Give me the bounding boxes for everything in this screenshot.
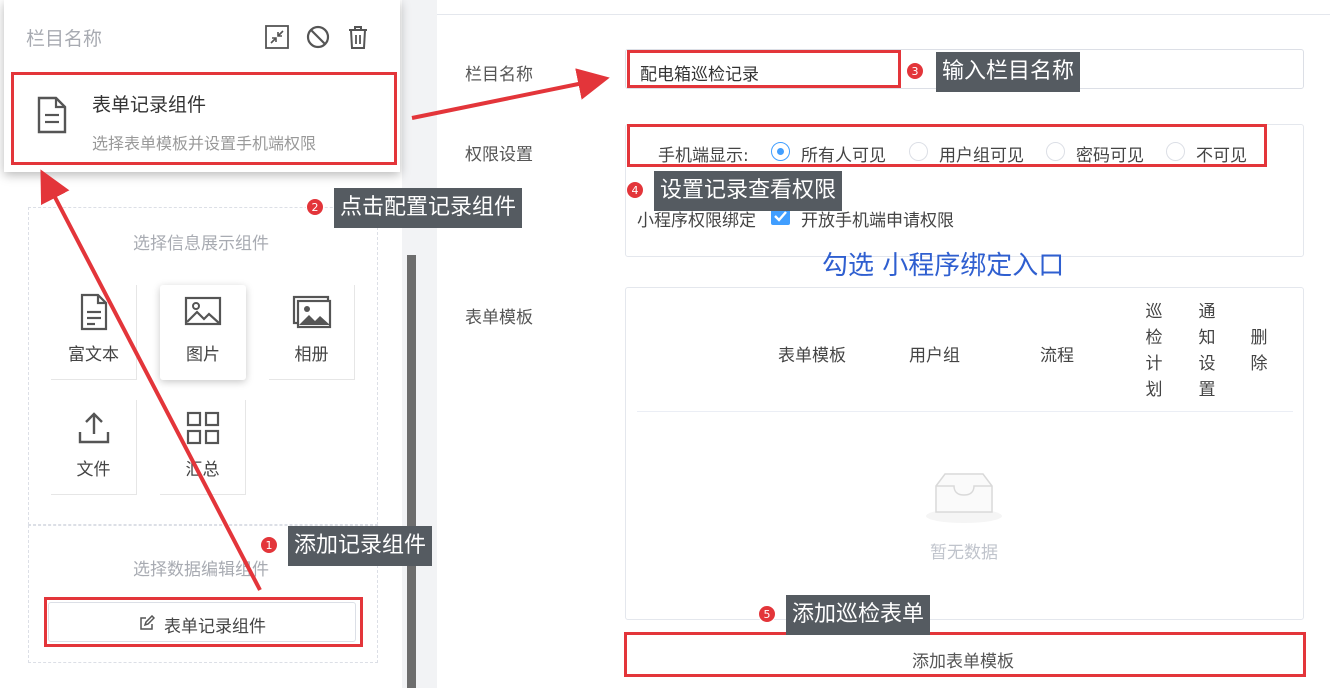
- step3-badge: 3: [906, 62, 924, 80]
- step1-badge: 1: [260, 536, 278, 554]
- screen: 选择信息展示组件 富文本 图片 相册 文件 汇总 选择数据编辑组件 表单记录组件…: [0, 0, 1330, 688]
- step4-tag: 设置记录查看权限: [654, 171, 843, 211]
- step2-tag: 点击配置记录组件: [334, 188, 523, 228]
- step3-tag: 输入栏目名称: [936, 52, 1081, 92]
- step5-tag: 添加巡检表单: [786, 595, 931, 635]
- arrow-to-name-input: [411, 68, 610, 120]
- step2-badge: 2: [306, 198, 324, 216]
- step4-badge: 4: [626, 181, 644, 199]
- step5-badge: 5: [758, 605, 776, 623]
- arrow-to-popup: [40, 169, 262, 591]
- annotation-arrows: [40, 68, 610, 591]
- step1-tag: 添加记录组件: [288, 526, 433, 566]
